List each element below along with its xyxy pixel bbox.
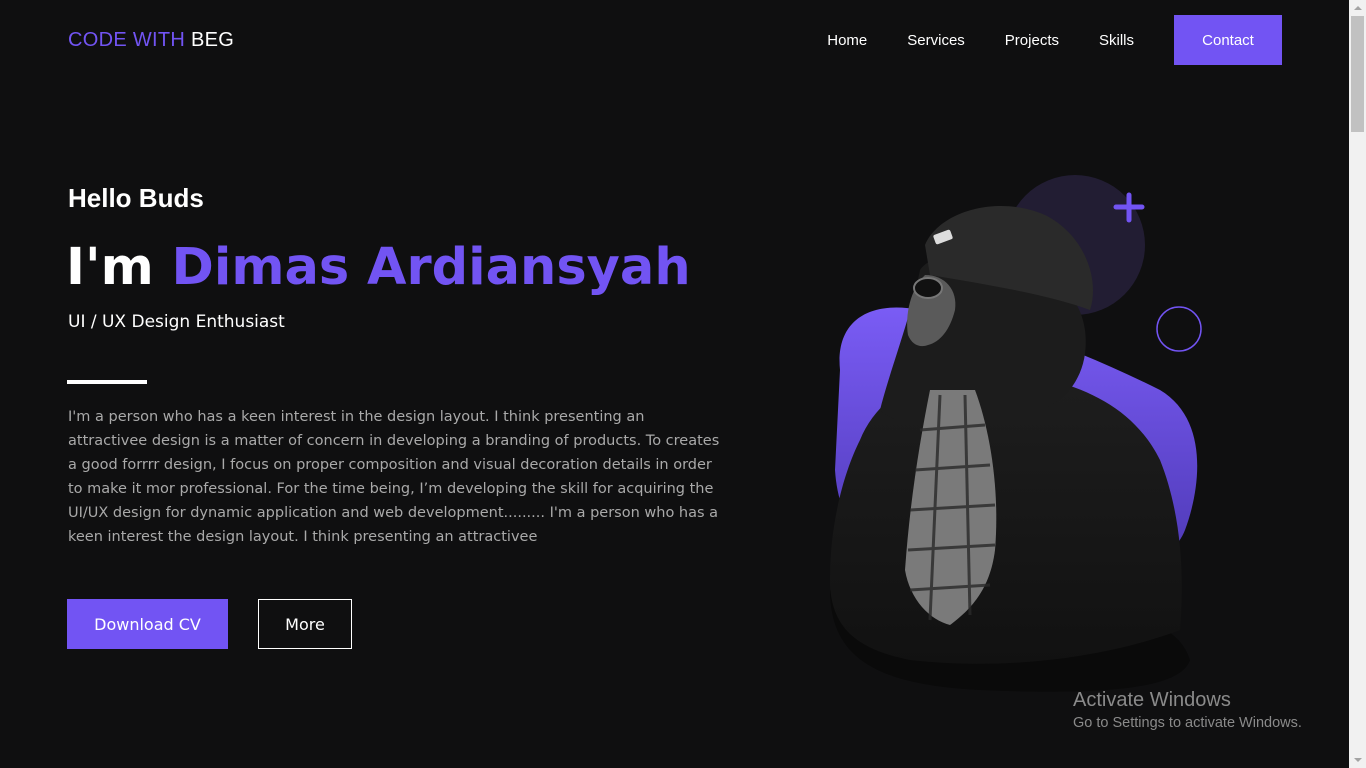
more-button[interactable]: More [258,599,352,649]
brand-logo-plain: BEG [191,29,235,51]
hero-role: UI / UX Design Enthusiast [68,312,285,332]
hero-name-heading: I'm Dimas Ardiansyah [66,238,691,297]
nav-skills-link[interactable]: Skills [1099,32,1134,49]
watermark-subtitle: Go to Settings to activate Windows. [1073,715,1302,731]
hero-illustration [830,175,1202,692]
scroll-down-arrow-icon[interactable] [1349,752,1366,768]
hero-divider [67,380,147,384]
nav-projects-link[interactable]: Projects [1005,32,1059,49]
vertical-scrollbar[interactable] [1349,0,1366,768]
circle-outline-icon [1156,306,1202,352]
name-prefix: I'm [66,238,154,297]
download-cv-button[interactable]: Download CV [67,599,228,649]
scroll-up-arrow-icon[interactable] [1349,0,1366,16]
watermark-title: Activate Windows [1073,689,1231,711]
scrollbar-thumb[interactable] [1351,16,1364,132]
windows-activation-watermark: Activate Windows Go to Settings to activ… [1073,689,1302,731]
hero-description: I'm a person who has a keen interest in … [68,409,720,545]
contact-button[interactable]: Contact [1174,15,1282,65]
hero-greeting: Hello Buds [68,183,204,213]
nav-services-link[interactable]: Services [907,32,965,49]
brand-logo[interactable]: CODE WITH BEG [68,29,234,52]
main-nav: Home Services Projects Skills Contact [827,15,1282,65]
person-sunglasses [913,277,943,299]
brand-logo-accent: CODE WITH [68,29,186,51]
hero-name: Dimas Ardiansyah [171,238,691,297]
nav-home-link[interactable]: Home [827,32,867,49]
